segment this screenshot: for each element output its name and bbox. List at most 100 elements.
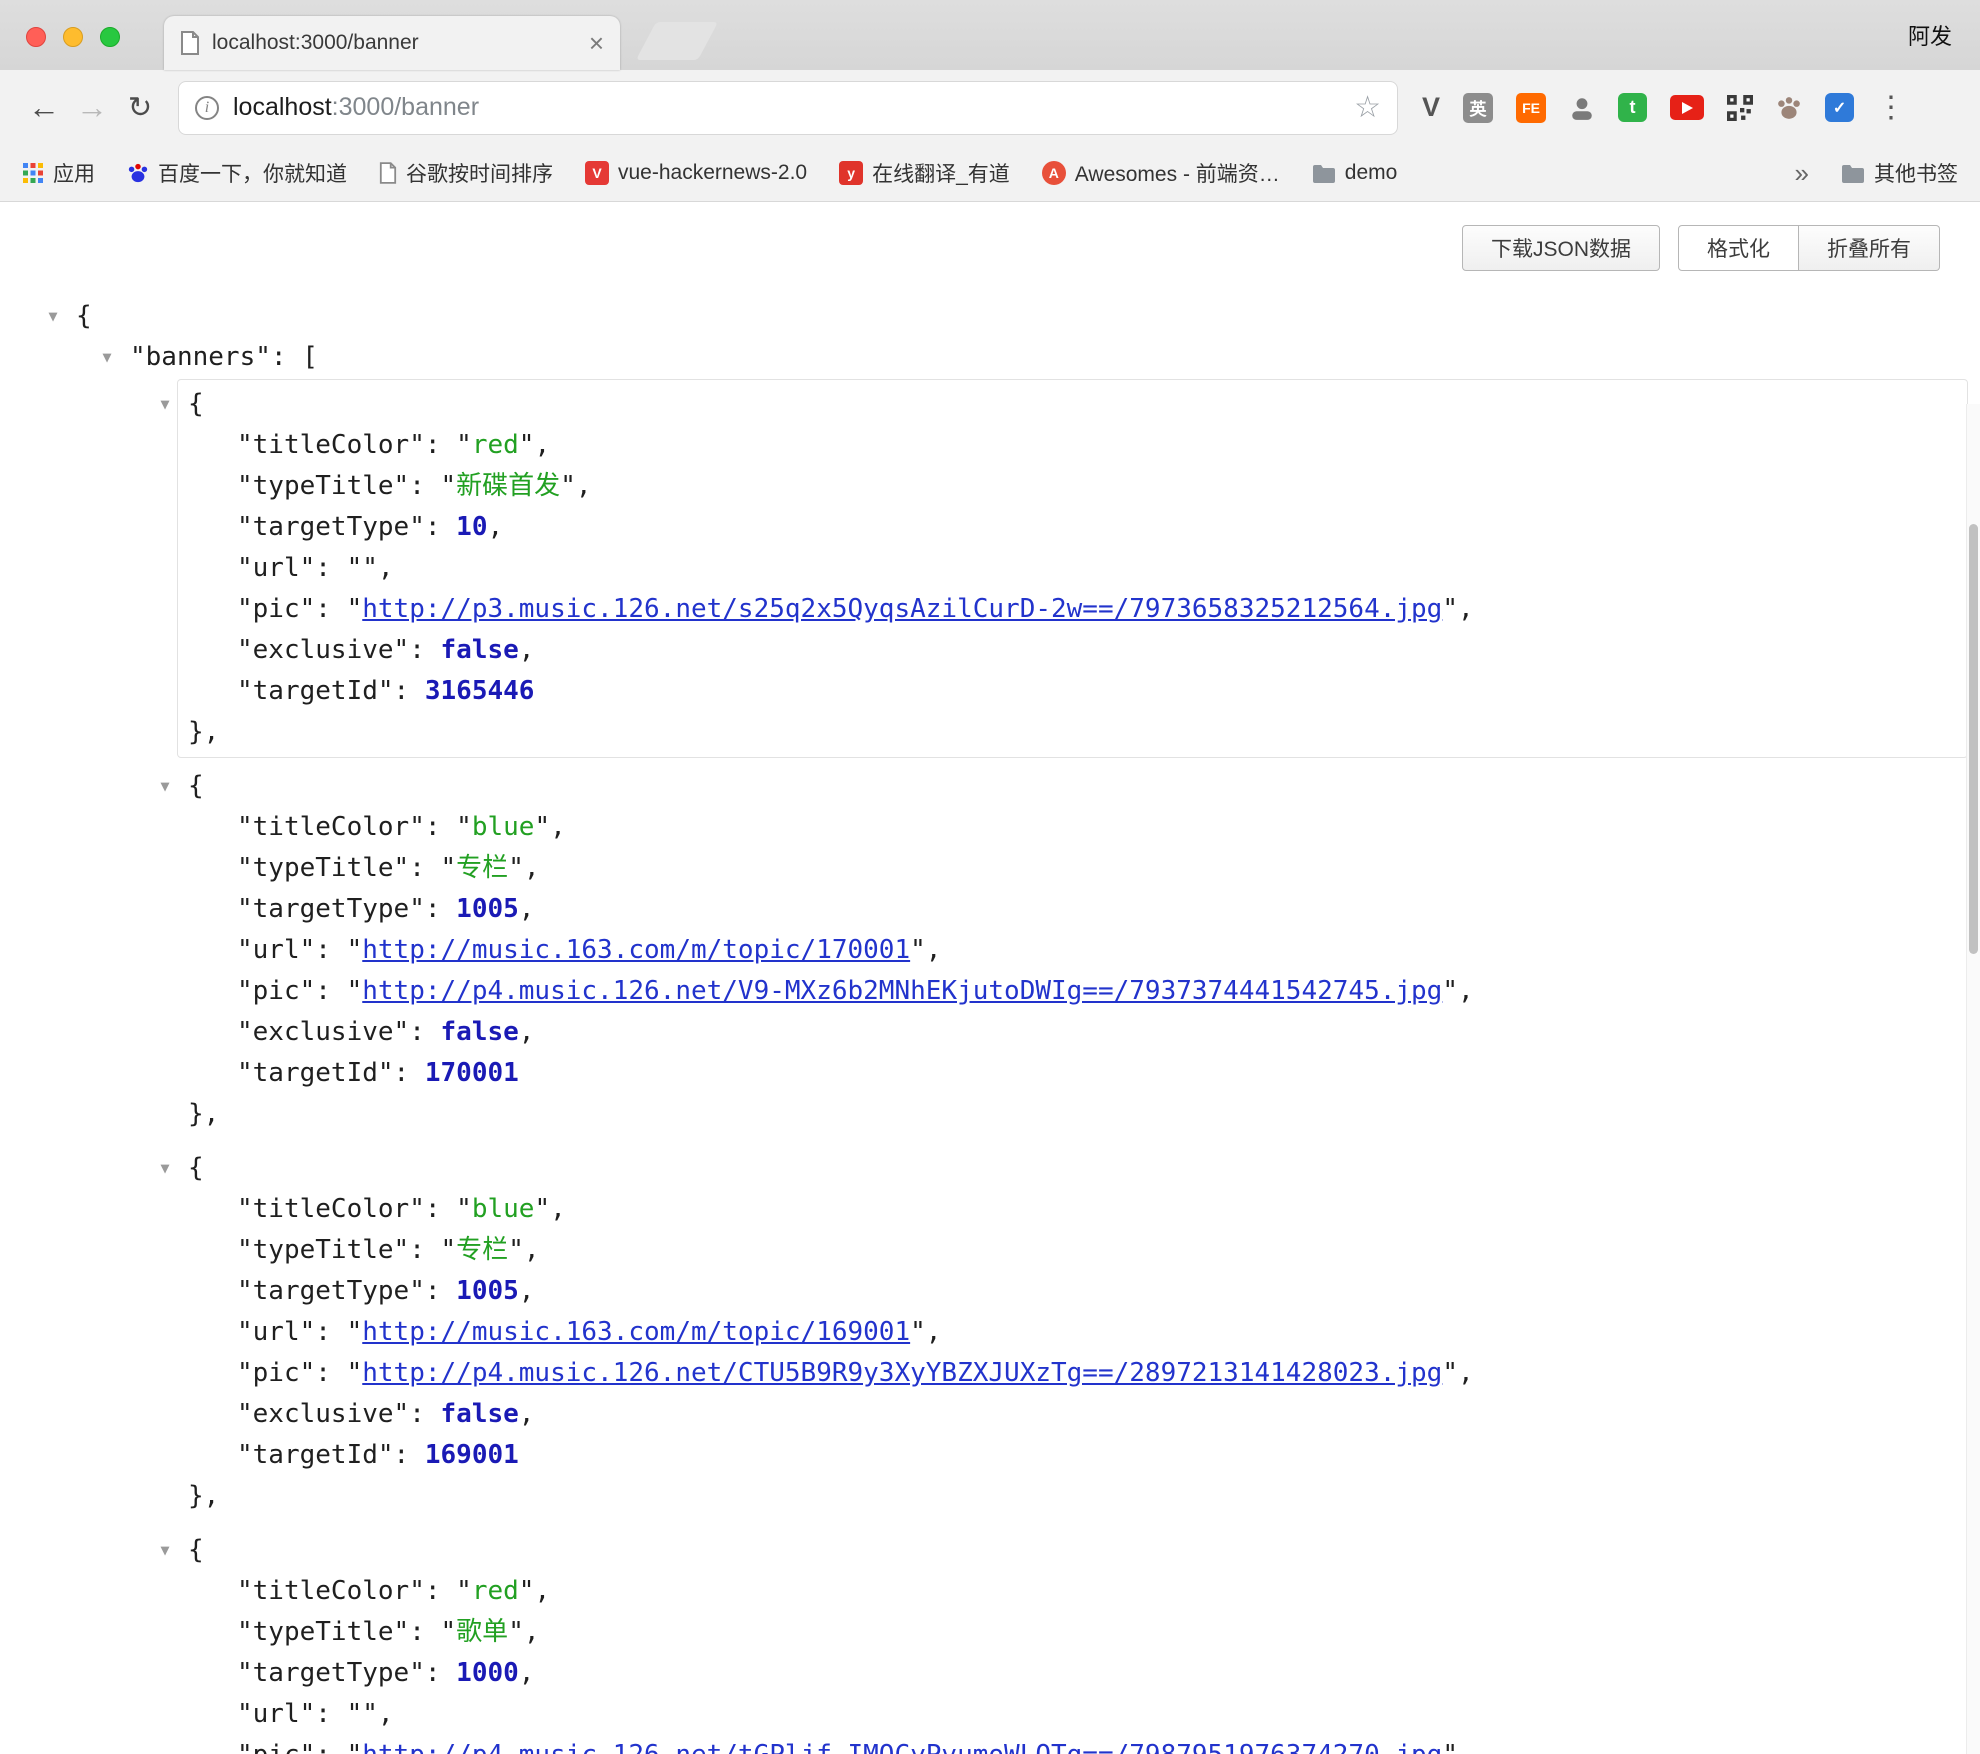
json-key: typeTitle xyxy=(253,471,394,501)
json-literal-value: 1005 xyxy=(456,1276,519,1306)
json-key: exclusive xyxy=(253,1017,394,1047)
close-window-button[interactable] xyxy=(26,27,46,47)
json-property-line: "typeTitle": "新碟首发", xyxy=(237,466,1967,507)
json-url-link[interactable]: http://p4.music.126.net/CTU5B9R9y3XyYBZX… xyxy=(362,1358,1442,1388)
collapse-triangle-icon[interactable]: ▼ xyxy=(42,296,64,337)
page-info-icon[interactable]: i xyxy=(195,96,219,120)
collaborate-extension-icon[interactable] xyxy=(1569,95,1595,121)
security-shield-extension-icon[interactable]: ✓ xyxy=(1825,93,1854,122)
bookmark-label: Awesomes - 前端资… xyxy=(1075,158,1280,188)
json-key: banners xyxy=(146,342,256,372)
bookmark-vue-hackernews[interactable]: V vue-hackernews-2.0 xyxy=(585,161,807,185)
json-property-line: "url": "http://music.163.com/m/topic/169… xyxy=(237,1312,1967,1353)
folder-icon xyxy=(1312,164,1336,183)
vimium-extension-icon[interactable]: V xyxy=(1422,92,1440,123)
page-favicon-icon xyxy=(180,31,200,55)
json-property-line: "typeTitle": "专栏", xyxy=(237,1230,1967,1271)
minimize-window-button[interactable] xyxy=(63,27,83,47)
url-text[interactable]: localhost:3000/banner xyxy=(233,93,1354,122)
url-host: localhost xyxy=(233,93,332,121)
json-key: titleColor xyxy=(253,1576,410,1606)
back-button[interactable]: ← xyxy=(20,89,68,126)
json-object-open: ▼{ xyxy=(188,766,1967,807)
collapse-all-button[interactable]: 折叠所有 xyxy=(1799,225,1940,271)
json-string-value: 新碟首发 xyxy=(456,471,560,501)
collapse-triangle-icon[interactable]: ▼ xyxy=(154,384,176,425)
browser-menu-icon[interactable]: ⋮ xyxy=(1876,90,1906,125)
json-key: targetType xyxy=(253,1658,410,1688)
tab-close-icon[interactable]: × xyxy=(589,30,604,56)
json-object[interactable]: ▼{"titleColor": "blue","typeTitle": "专栏"… xyxy=(177,761,1968,1140)
bookmark-folder-demo[interactable]: demo xyxy=(1312,161,1398,185)
json-property-line: "targetType": 1000, xyxy=(237,1653,1967,1694)
json-object[interactable]: ▼{"titleColor": "red","typeTitle": "歌单",… xyxy=(177,1525,1968,1754)
json-literal-value: false xyxy=(441,635,519,665)
bookmark-google-sort[interactable]: 谷歌按时间排序 xyxy=(379,158,553,188)
json-string-value: red xyxy=(472,430,519,460)
json-property-line: "titleColor": "red", xyxy=(237,425,1967,466)
shield-t-extension-icon[interactable]: t xyxy=(1618,93,1647,122)
json-url-link[interactable]: http://p4.music.126.net/tGPljf-IMOCyPvum… xyxy=(362,1740,1442,1754)
bookmark-awesomes[interactable]: A Awesomes - 前端资… xyxy=(1042,158,1280,188)
reload-button[interactable]: ↻ xyxy=(116,90,164,125)
format-button[interactable]: 格式化 xyxy=(1678,225,1799,271)
bookmark-baidu[interactable]: 百度一下，你就知道 xyxy=(127,158,347,188)
play-icon xyxy=(1682,102,1693,114)
scrollbar[interactable] xyxy=(1966,404,1980,1754)
json-property-line: "targetType": 1005, xyxy=(237,1271,1967,1312)
qrcode-extension-icon[interactable] xyxy=(1727,95,1753,121)
translate-extension-icon[interactable]: 英 xyxy=(1463,93,1493,123)
json-literal-value: 169001 xyxy=(425,1440,519,1470)
bookmark-apps[interactable]: 应用 xyxy=(22,158,95,188)
json-key: pic xyxy=(253,594,300,624)
json-string-value: 专栏 xyxy=(456,853,508,883)
bookmark-folder-others[interactable]: 其他书签 xyxy=(1841,158,1958,188)
collapse-triangle-icon[interactable]: ▼ xyxy=(96,337,118,378)
paw-extension-icon[interactable] xyxy=(1776,95,1802,121)
json-literal-value: 10 xyxy=(456,512,487,542)
json-url-link[interactable]: http://music.163.com/m/topic/170001 xyxy=(362,935,910,965)
address-bar[interactable]: i localhost:3000/banner ☆ xyxy=(178,81,1398,135)
json-property-line: "titleColor": "blue", xyxy=(237,1189,1967,1230)
json-literal-value: 3165446 xyxy=(425,676,535,706)
json-url-link[interactable]: http://music.163.com/m/topic/169001 xyxy=(362,1317,910,1347)
bookmark-star-icon[interactable]: ☆ xyxy=(1354,90,1381,125)
youtube-extension-icon[interactable] xyxy=(1670,95,1704,120)
download-json-button[interactable]: 下载JSON数据 xyxy=(1462,225,1660,271)
bookmarks-overflow-icon[interactable]: » xyxy=(1795,158,1809,189)
json-string-value: 专栏 xyxy=(456,1235,508,1265)
json-key: pic xyxy=(253,1740,300,1754)
tab-strip: localhost:3000/banner × 阿发 xyxy=(0,0,1980,70)
zoom-window-button[interactable] xyxy=(100,27,120,47)
json-literal-value: false xyxy=(441,1399,519,1429)
profile-name-button[interactable]: 阿发 xyxy=(1908,0,1952,70)
json-object[interactable]: ▼{"titleColor": "red","typeTitle": "新碟首发… xyxy=(177,379,1968,758)
collapse-triangle-icon[interactable]: ▼ xyxy=(154,1148,176,1189)
json-property-line: "pic": "http://p4.music.126.net/CTU5B9R9… xyxy=(237,1353,1967,1394)
json-string-value: 歌单 xyxy=(456,1617,508,1647)
json-key: typeTitle xyxy=(253,853,394,883)
new-tab-button[interactable] xyxy=(636,22,718,60)
json-property-line: "pic": "http://p4.music.126.net/V9-MXz6b… xyxy=(237,971,1967,1012)
json-url-link[interactable]: http://p3.music.126.net/s25q2x5QyqsAzilC… xyxy=(362,594,1442,624)
fe-extension-icon[interactable]: FE xyxy=(1516,93,1546,123)
json-key: targetType xyxy=(253,512,410,542)
json-key: url xyxy=(253,1699,300,1729)
json-key: titleColor xyxy=(253,430,410,460)
bookmark-label: vue-hackernews-2.0 xyxy=(618,161,807,185)
scrollbar-thumb[interactable] xyxy=(1969,524,1978,954)
collapse-triangle-icon[interactable]: ▼ xyxy=(154,766,176,807)
bookmark-youdao[interactable]: y 在线翻译_有道 xyxy=(839,158,1010,188)
browser-tab[interactable]: localhost:3000/banner × xyxy=(164,16,620,70)
json-url-link[interactable]: http://p4.music.126.net/V9-MXz6b2MNhEKju… xyxy=(362,976,1442,1006)
json-object[interactable]: ▼{"titleColor": "blue","typeTitle": "专栏"… xyxy=(177,1143,1968,1522)
bookmark-label: 在线翻译_有道 xyxy=(872,158,1010,188)
forward-button[interactable]: → xyxy=(68,89,116,126)
collapse-triangle-icon[interactable]: ▼ xyxy=(154,1530,176,1571)
json-property-line: "url": "", xyxy=(237,548,1967,589)
json-string-value: blue xyxy=(472,812,535,842)
json-property-line: "url": "http://music.163.com/m/topic/170… xyxy=(237,930,1967,971)
json-property-line: "url": "", xyxy=(237,1694,1967,1735)
json-toolbar: 下载JSON数据 格式化 折叠所有 xyxy=(0,202,1980,270)
json-array-line: ▼"banners": [ xyxy=(130,337,1980,378)
